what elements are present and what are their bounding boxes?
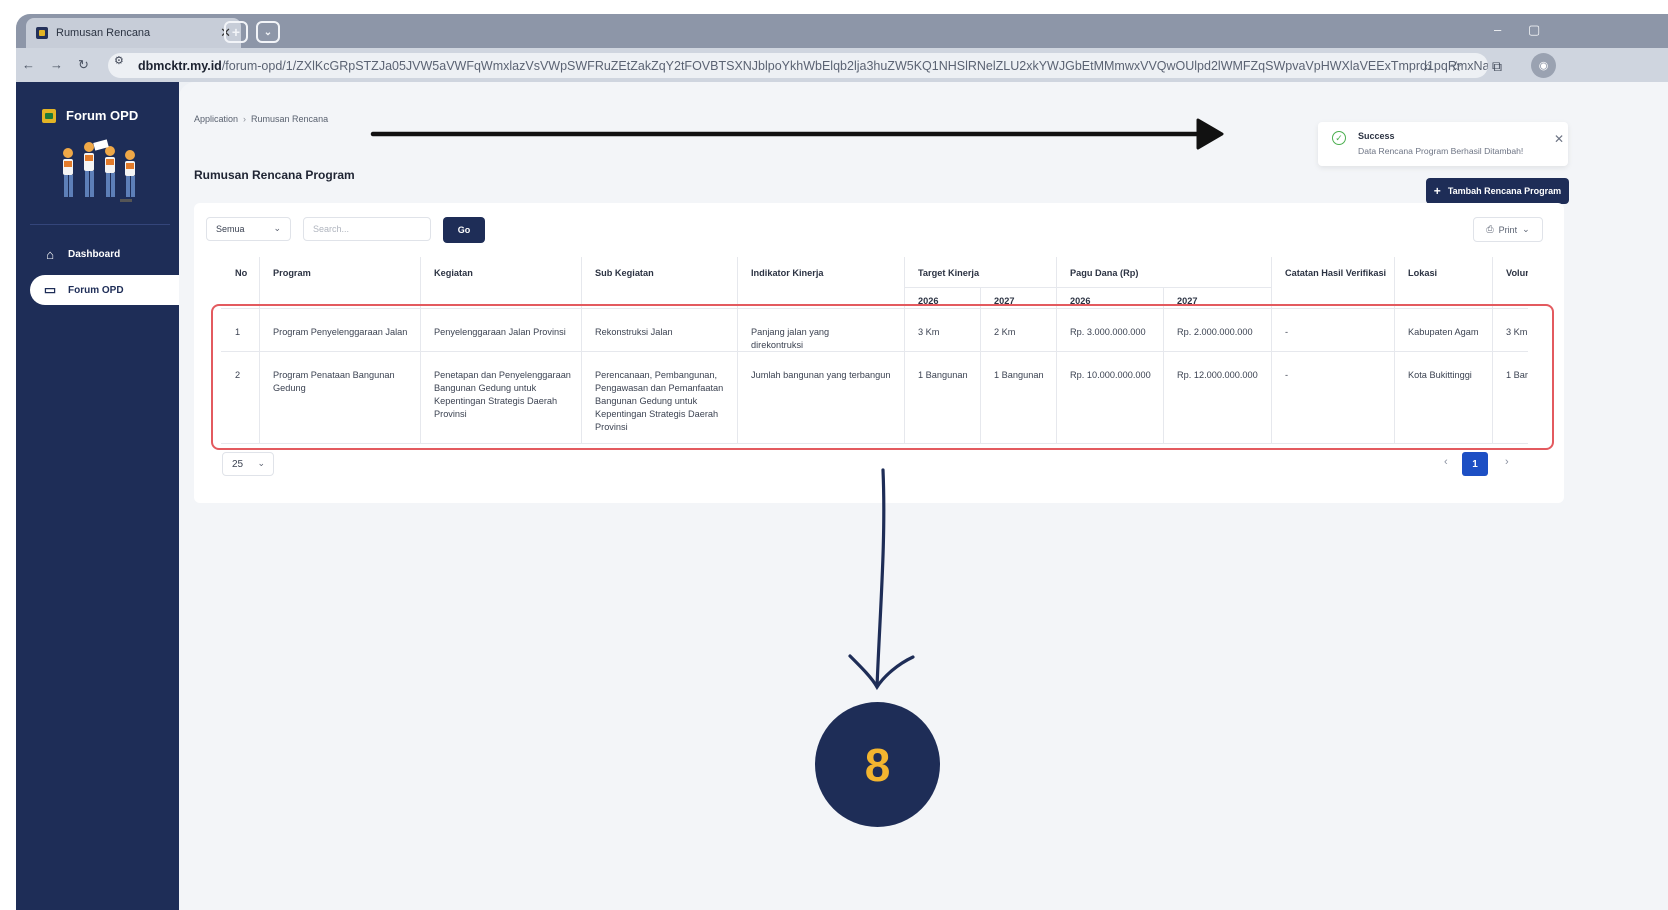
printer-icon: ⎙ (1486, 224, 1494, 234)
toast-title: Success (1358, 131, 1395, 141)
pagination-next-icon[interactable]: › (1505, 456, 1509, 468)
header-lokasi[interactable]: Lokasi (1408, 267, 1437, 280)
highlight-box (211, 304, 1554, 450)
page-title: Rumusan Rencana Program (194, 168, 355, 182)
breadcrumb-item-application[interactable]: Application (194, 114, 238, 124)
sidebar: Forum OPD ⌂ Dashboard ▭ Forum OPD (16, 82, 181, 910)
bookmark-star-icon[interactable]: ☆ (1450, 58, 1463, 75)
url-host: dbmcktr.my.id (138, 58, 222, 73)
header-pagu-dana: Pagu Dana (Rp) (1070, 268, 1139, 278)
browser-tab[interactable]: Rumusan Rencana ✕ (26, 18, 241, 48)
header-sub-kegiatan[interactable]: Sub Kegiatan (595, 267, 654, 280)
forward-icon[interactable]: → (50, 57, 63, 72)
chevron-down-icon: ⌄ (273, 223, 281, 233)
step-number-badge: 8 (815, 702, 940, 827)
header-indikator-kinerja[interactable]: Indikator Kinerja (751, 267, 824, 280)
back-icon[interactable]: ← (22, 57, 35, 72)
check-circle-icon: ✓ (1332, 131, 1346, 145)
page-size-select[interactable]: 25 ⌄ (222, 452, 274, 476)
success-toast: ✓ Success Data Rencana Program Berhasil … (1318, 122, 1568, 166)
reload-icon[interactable]: ↻ (78, 57, 89, 73)
filter-value: Semua (216, 224, 245, 234)
header-volume[interactable]: Volur (1506, 267, 1528, 280)
brand-name: Forum OPD (66, 108, 139, 123)
workers-illustration-icon (63, 139, 135, 202)
favicon-icon (36, 27, 48, 39)
header-divider (904, 287, 1271, 288)
address-bar-row: ← → ↻ dbmcktr.my.id/forum-opd/1/ZXlKcGRp… (16, 48, 1668, 82)
plus-icon: + (1433, 184, 1441, 198)
breadcrumb-item-current: Rumusan Rencana (251, 114, 329, 124)
sidebar-item-label: Dashboard (68, 248, 121, 260)
sidebar-item-dashboard[interactable]: ⌂ Dashboard (30, 239, 181, 269)
filter-select[interactable]: Semua ⌄ (206, 217, 291, 241)
page-size-value: 25 (232, 458, 244, 470)
chat-icon: ▭ (43, 282, 57, 297)
pagination-prev-icon[interactable]: ‹ (1444, 456, 1448, 468)
add-button-label: Tambah Rencana Program (1447, 186, 1562, 196)
go-button[interactable]: Go (443, 217, 485, 243)
chevron-down-icon: ⌄ (257, 458, 265, 468)
url-field[interactable]: dbmcktr.my.id/forum-opd/1/ZXlKcGRpSTZJa0… (108, 53, 1488, 78)
tab-strip: Rumusan Rencana ✕ + ⌄ – ▢ (16, 14, 1668, 48)
site-settings-icon[interactable]: ⚙ (114, 54, 134, 67)
print-button[interactable]: ⎙ Print ⌄ (1473, 217, 1543, 242)
tab-list-icon[interactable]: ⌄ (256, 21, 280, 43)
header-no[interactable]: No (235, 267, 247, 280)
minimize-icon[interactable]: – (1494, 22, 1501, 37)
close-icon[interactable]: ✕ (1554, 132, 1564, 146)
header-kegiatan[interactable]: Kegiatan (434, 267, 473, 280)
pagination-page-button[interactable]: 1 (1462, 452, 1488, 476)
add-rencana-program-button[interactable]: + Tambah Rencana Program (1426, 178, 1569, 204)
profile-avatar-icon[interactable]: ◉ (1531, 53, 1556, 78)
toast-message: Data Rencana Program Berhasil Ditambah! (1358, 146, 1524, 156)
print-label: Print (1498, 224, 1518, 235)
header-catatan[interactable]: Catatan Hasil Verifikasi (1285, 267, 1386, 280)
sidebar-divider (30, 224, 170, 225)
app-logo-icon (42, 108, 56, 123)
chevron-down-icon: ⌄ (1522, 224, 1530, 234)
sidebar-item-forum-opd[interactable]: ▭ Forum OPD (30, 275, 181, 305)
zoom-icon[interactable]: ⌕ (1424, 58, 1432, 75)
breadcrumb-separator-icon: › (243, 114, 247, 124)
sidebar-brand[interactable]: Forum OPD (42, 108, 138, 123)
extensions-icon[interactable]: ⧉ (1492, 58, 1502, 75)
sidebar-item-label: Forum OPD (68, 284, 124, 296)
home-icon: ⌂ (46, 246, 54, 262)
breadcrumb: Application › Rumusan Rencana (194, 114, 328, 124)
header-target-kinerja: Target Kinerja (918, 268, 980, 278)
restore-icon[interactable]: ▢ (1528, 22, 1540, 38)
tab-title: Rumusan Rencana (56, 27, 151, 39)
header-program[interactable]: Program (273, 267, 311, 280)
url-path: /forum-opd/1/ZXlKcGRpSTZJa05JVW5aVWFqWmx… (221, 58, 1488, 73)
search-input[interactable]: Search... (303, 217, 431, 241)
new-tab-icon[interactable]: + (224, 21, 248, 43)
